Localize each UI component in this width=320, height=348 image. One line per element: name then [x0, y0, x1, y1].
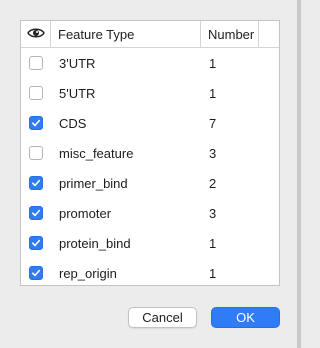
visibility-checkbox[interactable]	[29, 116, 43, 130]
table-row[interactable]: CDS 7	[21, 108, 279, 138]
number-cell: 3	[209, 205, 217, 221]
checkbox-cell	[21, 206, 51, 220]
cancel-button[interactable]: Cancel	[128, 307, 197, 328]
number-cell: 3	[209, 145, 217, 161]
visibility-checkbox[interactable]	[29, 266, 43, 280]
checkmark-icon	[31, 179, 41, 187]
feature-type-cell: 5'UTR	[59, 85, 96, 101]
visibility-checkbox[interactable]	[29, 56, 43, 70]
checkbox-cell	[21, 56, 51, 70]
feature-type-cell: 3'UTR	[59, 55, 96, 71]
visibility-checkbox[interactable]	[29, 146, 43, 160]
table-row[interactable]: 5'UTR 1	[21, 78, 279, 108]
table-row[interactable]: misc_feature 3	[21, 138, 279, 168]
visibility-column-header[interactable]	[21, 21, 51, 47]
visibility-checkbox[interactable]	[29, 236, 43, 250]
visibility-checkbox[interactable]	[29, 176, 43, 190]
checkbox-cell	[21, 236, 51, 250]
table-row[interactable]: protein_bind 1	[21, 228, 279, 258]
window-edge	[297, 0, 301, 348]
number-cell: 7	[209, 115, 217, 131]
table-row[interactable]: promoter 3	[21, 198, 279, 228]
checkmark-icon	[31, 119, 41, 127]
table-row[interactable]: primer_bind 2	[21, 168, 279, 198]
feature-type-cell: protein_bind	[59, 235, 131, 251]
feature-type-table: Feature Type Number 3'UTR 1 5'UTR 1 CDS 7 misc…	[20, 20, 280, 286]
checkbox-cell	[21, 266, 51, 280]
checkmark-icon	[31, 239, 41, 247]
checkbox-cell	[21, 176, 51, 190]
number-cell: 2	[209, 175, 217, 191]
ok-button[interactable]: OK	[211, 307, 280, 328]
number-column-header[interactable]: Number	[201, 21, 259, 47]
checkbox-cell	[21, 116, 51, 130]
checkmark-icon	[31, 209, 41, 217]
eye-icon	[26, 27, 45, 42]
number-cell: 1	[209, 235, 217, 251]
checkbox-cell	[21, 86, 51, 100]
visibility-checkbox[interactable]	[29, 86, 43, 100]
feature-type-cell: CDS	[59, 115, 87, 131]
number-cell: 1	[209, 85, 217, 101]
feature-type-column-header[interactable]: Feature Type	[51, 21, 201, 47]
table-row[interactable]: rep_origin 1	[21, 258, 279, 288]
feature-type-cell: promoter	[59, 205, 112, 221]
table-header: Feature Type Number	[21, 21, 279, 48]
feature-type-cell: rep_origin	[59, 265, 117, 281]
checkbox-cell	[21, 146, 51, 160]
table-body: 3'UTR 1 5'UTR 1 CDS 7 misc_feature 3 primer_bind…	[21, 48, 279, 288]
number-cell: 1	[209, 265, 217, 281]
feature-type-cell: primer_bind	[59, 175, 128, 191]
visibility-checkbox[interactable]	[29, 206, 43, 220]
table-row[interactable]: 3'UTR 1	[21, 48, 279, 78]
checkmark-icon	[31, 269, 41, 277]
feature-type-cell: misc_feature	[59, 145, 134, 161]
number-cell: 1	[209, 55, 217, 71]
